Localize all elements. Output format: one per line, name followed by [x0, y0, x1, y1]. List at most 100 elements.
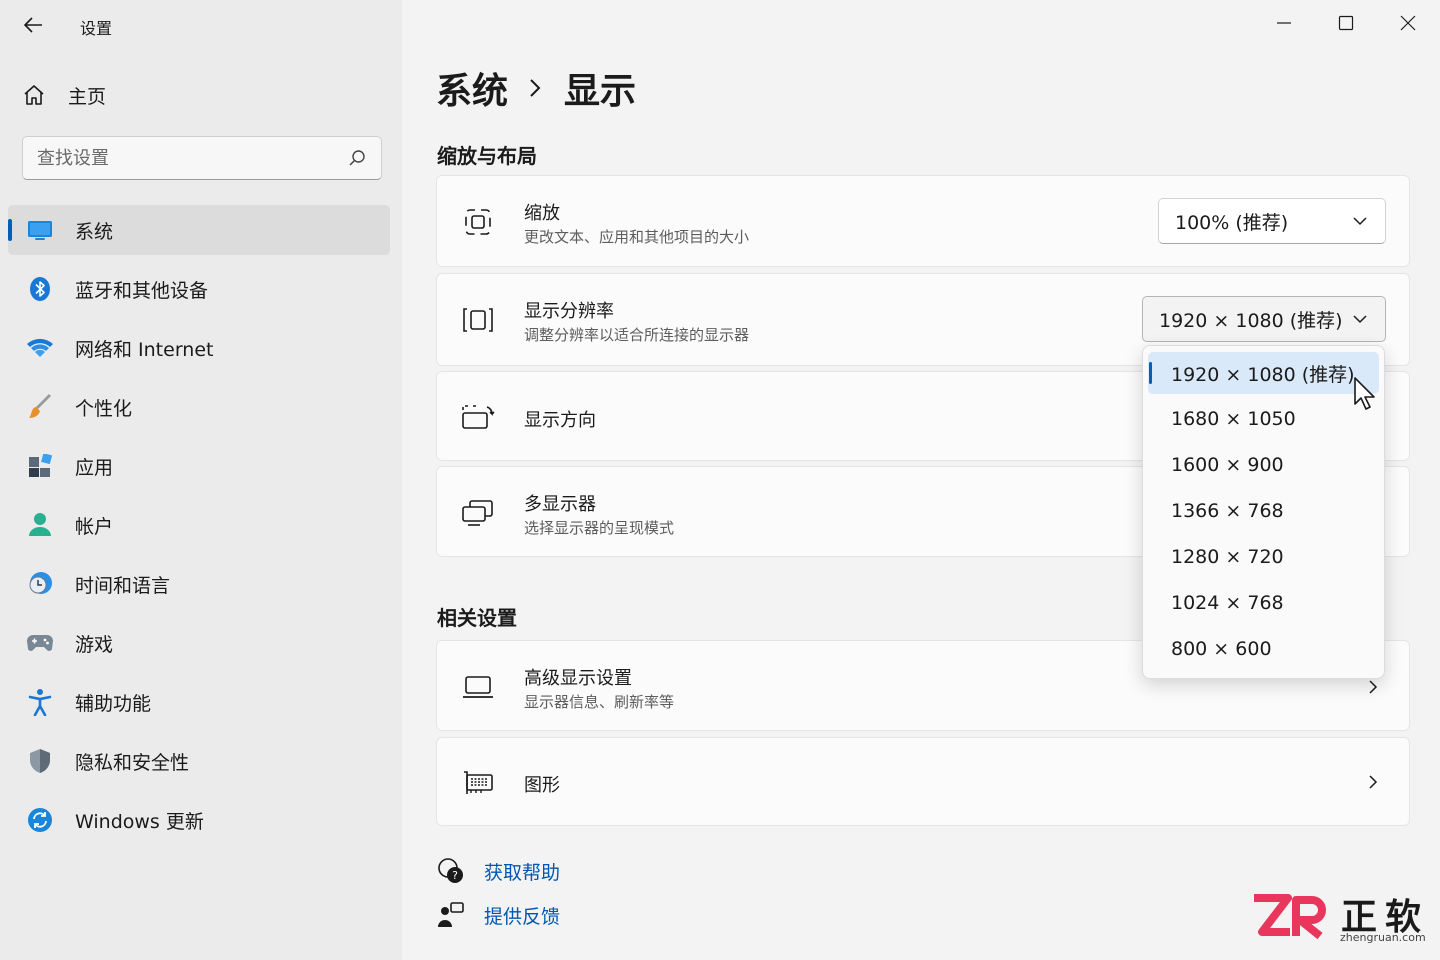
sidebar-item-label: 网络和 Internet [75, 338, 214, 361]
search-input[interactable] [37, 147, 347, 169]
back-arrow-icon [23, 17, 42, 33]
home-label: 主页 [68, 85, 107, 108]
multi-display-icon [461, 496, 495, 530]
resolution-option[interactable]: 800 × 600 [1148, 626, 1379, 672]
resolution-title: 显示分辨率 [524, 301, 614, 322]
sidebar-item-gaming[interactable]: 游戏 [8, 618, 390, 668]
chevron-right-icon [528, 77, 542, 99]
section-title-related: 相关设置 [437, 606, 517, 630]
sidebar-item-system[interactable]: 系统 [8, 205, 390, 255]
sidebar-home[interactable]: 主页 [22, 78, 106, 112]
home-icon [24, 85, 44, 105]
maximize-button[interactable] [1331, 8, 1361, 38]
close-button[interactable] [1393, 8, 1423, 38]
graphics-title: 图形 [524, 775, 560, 796]
resolution-option[interactable]: 1920 × 1080 (推荐) [1148, 352, 1379, 394]
sidebar-item-label: 游戏 [75, 633, 114, 656]
graphics-card[interactable]: 图形 [436, 737, 1410, 826]
resolution-select[interactable]: 1920 × 1080 (推荐) [1142, 296, 1386, 342]
sidebar-item-network[interactable]: 网络和 Internet [8, 323, 390, 373]
sidebar: 设置 主页 系统 蓝牙和其他设备 网络和 Internet [0, 0, 402, 960]
apps-icon [26, 452, 54, 480]
sidebar-item-label: 帐户 [75, 515, 114, 538]
sidebar-item-apps[interactable]: 应用 [8, 441, 390, 491]
watermark: 正软 zhengruan.com [1250, 888, 1430, 948]
sidebar-nav: 系统 蓝牙和其他设备 网络和 Internet 个性化 应用 帐户 时间和语言 … [8, 205, 390, 854]
scale-title: 缩放 [524, 203, 560, 224]
sidebar-item-privacy[interactable]: 隐私和安全性 [8, 736, 390, 786]
multi-display-title: 多显示器 [524, 494, 596, 515]
maximize-icon [1338, 15, 1354, 31]
minimize-button[interactable] [1269, 8, 1299, 38]
scale-select-value: 100% (推荐) [1175, 211, 1289, 234]
paintbrush-icon [26, 393, 54, 421]
search-icon[interactable] [347, 148, 367, 168]
resolution-option[interactable]: 1600 × 900 [1148, 442, 1379, 488]
sidebar-item-windows-update[interactable]: Windows 更新 [8, 795, 390, 845]
windows-update-icon [26, 806, 54, 834]
sidebar-item-accounts[interactable]: 帐户 [8, 500, 390, 550]
resolution-subtitle: 调整分辨率以适合所连接的显示器 [524, 326, 750, 344]
sidebar-item-personalization[interactable]: 个性化 [8, 382, 390, 432]
gamepad-icon [26, 629, 54, 657]
resolution-dropdown-list: 1920 × 1080 (推荐) 1680 × 1050 1600 × 900 … [1142, 345, 1385, 679]
scale-select[interactable]: 100% (推荐) [1158, 198, 1386, 244]
sidebar-item-bluetooth[interactable]: 蓝牙和其他设备 [8, 264, 390, 314]
zr-logo [1254, 894, 1326, 940]
get-help-link[interactable]: ? 获取帮助 [436, 856, 560, 886]
page-title: 显示 [564, 71, 637, 112]
sidebar-item-label: 隐私和安全性 [75, 751, 190, 774]
sidebar-item-label: 时间和语言 [75, 574, 171, 597]
close-icon [1400, 15, 1416, 31]
wifi-icon [26, 334, 54, 362]
resolution-option[interactable]: 1366 × 768 [1148, 488, 1379, 534]
system-monitor-icon [26, 216, 54, 244]
feedback-label[interactable]: 提供反馈 [484, 902, 560, 929]
chevron-right-icon [1363, 772, 1383, 792]
sidebar-item-time-language[interactable]: 时间和语言 [8, 559, 390, 609]
chevron-down-icon [1351, 212, 1369, 230]
chevron-right-icon [1363, 677, 1383, 697]
shield-icon [26, 747, 54, 775]
svg-text:?: ? [452, 869, 458, 882]
bluetooth-icon [26, 275, 54, 303]
time-language-icon [26, 570, 54, 598]
search-box[interactable] [22, 136, 382, 180]
sidebar-item-label: 个性化 [75, 397, 133, 420]
scale-subtitle: 更改文本、应用和其他项目的大小 [524, 228, 750, 246]
sidebar-item-label: 系统 [75, 220, 114, 243]
orientation-title: 显示方向 [524, 410, 596, 431]
sidebar-item-accessibility[interactable]: 辅助功能 [8, 677, 390, 727]
breadcrumb: 系统 显示 [436, 62, 636, 114]
chevron-down-icon [1351, 310, 1369, 328]
feedback-icon [436, 900, 466, 930]
get-help-label[interactable]: 获取帮助 [484, 858, 560, 885]
advanced-display-title: 高级显示设置 [524, 668, 632, 689]
sidebar-item-label: Windows 更新 [75, 810, 204, 833]
help-chat-icon: ? [436, 856, 466, 886]
breadcrumb-parent[interactable]: 系统 [436, 62, 508, 114]
advanced-display-subtitle: 显示器信息、刷新率等 [524, 693, 675, 711]
graphics-card-icon [461, 766, 495, 800]
resolution-option[interactable]: 1280 × 720 [1148, 534, 1379, 580]
scale-icon [461, 205, 495, 239]
orientation-icon [461, 400, 495, 434]
account-icon [26, 511, 54, 539]
accessibility-icon [26, 688, 54, 716]
laptop-icon [461, 670, 495, 704]
section-title-scale-layout: 缩放与布局 [437, 144, 537, 168]
minimize-icon [1277, 22, 1291, 24]
resolution-option[interactable]: 1680 × 1050 [1148, 396, 1379, 442]
sidebar-item-label: 辅助功能 [75, 692, 152, 715]
resolution-icon [461, 303, 495, 337]
resolution-option[interactable]: 1024 × 768 [1148, 580, 1379, 626]
app-title: 设置 [80, 19, 113, 38]
sidebar-item-label: 应用 [75, 456, 114, 479]
resolution-select-value: 1920 × 1080 (推荐) [1159, 309, 1343, 332]
back-button[interactable] [18, 10, 48, 40]
mouse-cursor-icon [1354, 377, 1375, 410]
watermark-domain: zhengruan.com [1340, 931, 1426, 944]
scale-card: 缩放 更改文本、应用和其他项目的大小 100% (推荐) [436, 175, 1410, 267]
feedback-link[interactable]: 提供反馈 [436, 900, 560, 930]
multi-display-subtitle: 选择显示器的呈现模式 [524, 519, 675, 537]
